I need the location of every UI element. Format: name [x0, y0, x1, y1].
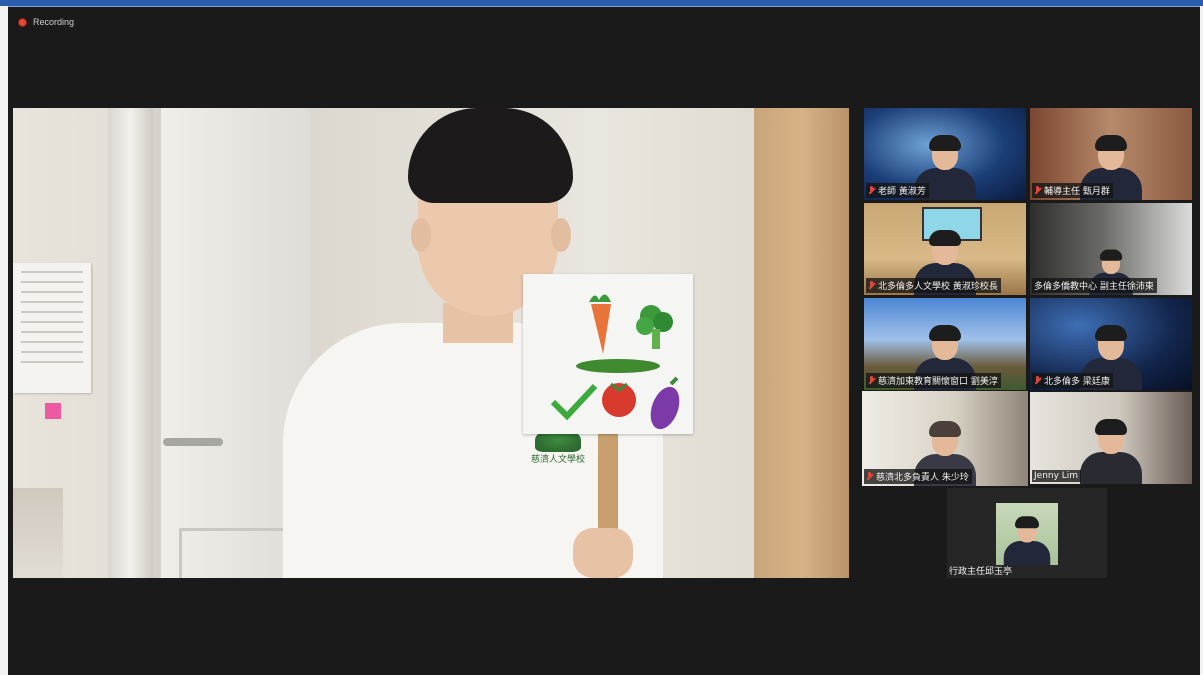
participant-name-tag: 北多倫多 梁廷康 [1032, 373, 1113, 388]
participant-name: 老師 黃淑芳 [878, 187, 926, 197]
muted-mic-icon [1034, 376, 1041, 385]
cucumber-icon [576, 359, 660, 373]
participant-tile[interactable]: 行政主任邱玉亭 [947, 488, 1107, 578]
eggplant-icon [650, 376, 680, 430]
door-frame [108, 108, 153, 578]
vegetable-sign [523, 274, 693, 434]
muted-mic-icon [868, 376, 875, 385]
participant-name: 北多倫多人文學校 黃淑珍校長 [878, 282, 998, 292]
participant-name-tag: 老師 黃淑芳 [866, 183, 929, 198]
shelf [13, 488, 63, 578]
participant-tile[interactable]: 老師 黃淑芳 [864, 108, 1026, 200]
participant-name-tag: 行政主任邱玉亭 [947, 563, 1015, 578]
participant-name: 多倫多僑教中心 副主任徐沛東 [1034, 282, 1154, 292]
participant-tile[interactable]: 多倫多僑教中心 副主任徐沛東 [1030, 203, 1192, 295]
participant-name-tag: 慈濟北多負責人 朱少玲 [864, 469, 972, 484]
participant-tile[interactable]: 北多倫多 梁廷康 [1030, 298, 1192, 390]
carrot-icon [589, 294, 611, 354]
participant-name-tag: 輔導主任 甄月群 [1032, 183, 1113, 198]
participant-name-tag: 慈濟加東教育關懷窗口 劉美淳 [866, 373, 1001, 388]
window-top-bar [0, 0, 1203, 7]
participant-name: 北多倫多 梁廷康 [1044, 377, 1110, 387]
participant-name: 慈濟北多負責人 朱少玲 [876, 473, 969, 483]
participant-name: 行政主任邱玉亭 [949, 567, 1013, 577]
sticky-note [45, 403, 61, 419]
vegetables-drawing [550, 294, 680, 430]
recording-label: Recording [33, 17, 75, 27]
active-speaker-tile[interactable]: 慈濟北多負責人 朱少玲 [862, 391, 1028, 486]
participant-avatar [996, 503, 1058, 565]
main-video[interactable]: 慈濟人文學校 [13, 108, 849, 578]
muted-mic-icon [868, 281, 875, 290]
recording-indicator[interactable]: Recording [18, 17, 74, 27]
participant-tile[interactable]: Jenny Lim [1030, 392, 1192, 484]
speaker-ear [551, 218, 571, 252]
participant-name-tag: 北多倫多人文學校 黃淑珍校長 [866, 278, 1001, 293]
shirt-logo-text: 慈濟人文學校 [530, 455, 585, 465]
participant-video [1076, 419, 1146, 484]
wall-paper [13, 263, 91, 393]
participant-tile[interactable]: 北多倫多人文學校 黃淑珍校長 [864, 203, 1026, 295]
muted-mic-icon [1034, 186, 1041, 195]
speaker-ear [411, 218, 431, 252]
wood-cabinet [754, 108, 849, 578]
tomato-icon [602, 382, 636, 417]
participant-name: 輔導主任 甄月群 [1044, 187, 1110, 197]
speaker-hand [573, 528, 633, 578]
participant-name-tag: Jenny Lim [1032, 470, 1082, 482]
broccoli-icon [636, 305, 673, 349]
participant-tile[interactable]: 輔導主任 甄月群 [1030, 108, 1192, 200]
participant-name: Jenny Lim [1034, 471, 1079, 481]
participant-tile[interactable]: 慈濟加東教育關懷窗口 劉美淳 [864, 298, 1026, 390]
participant-name: 慈濟加東教育關懷窗口 劉美淳 [878, 377, 998, 387]
muted-mic-icon [866, 472, 873, 481]
muted-mic-icon [868, 186, 875, 195]
participant-name-tag: 多倫多僑教中心 副主任徐沛東 [1032, 278, 1157, 293]
window-frame-left [0, 6, 8, 675]
recording-icon [18, 17, 27, 27]
checkmark-icon [550, 383, 598, 421]
door-handle [163, 438, 223, 446]
